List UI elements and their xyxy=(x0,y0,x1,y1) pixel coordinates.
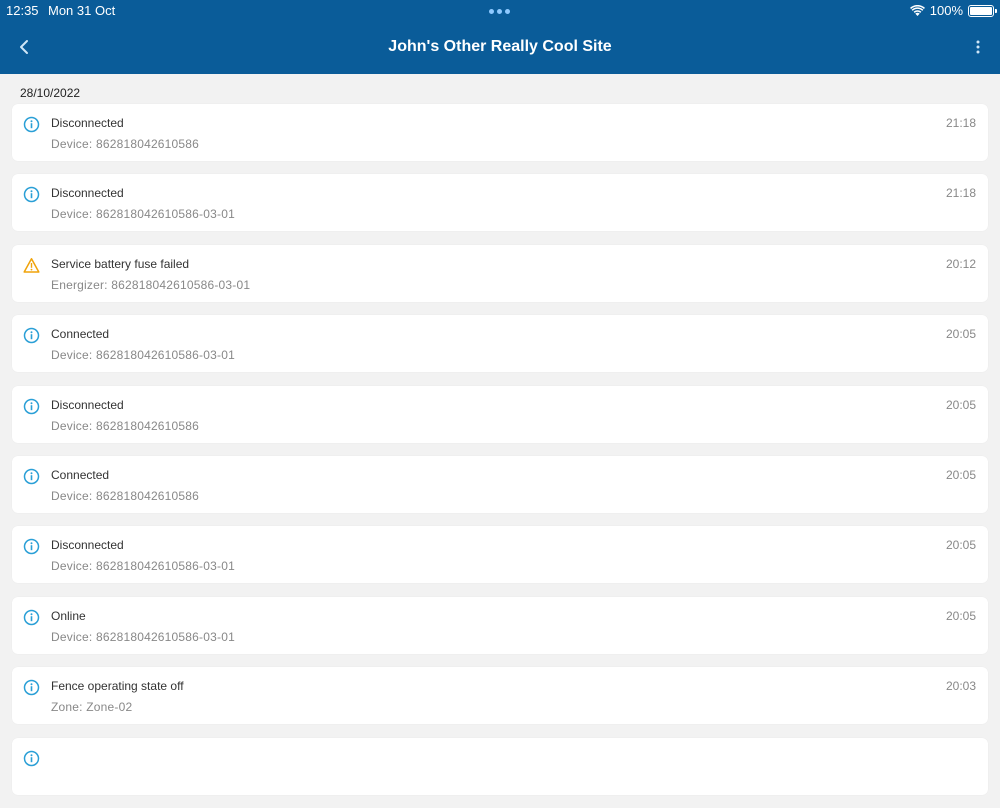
warning-icon xyxy=(23,257,40,273)
event-time: 20:05 xyxy=(945,397,976,412)
event-time: 21:18 xyxy=(945,186,976,201)
event-title: Connected xyxy=(51,327,110,342)
multitasking-dots-icon[interactable] xyxy=(489,9,510,14)
event-title: Disconnected xyxy=(51,538,124,553)
event-subtitle: Device: 862818042610586 xyxy=(51,488,200,503)
event-subtitle: Device: 862818042610586-03-01 xyxy=(51,207,235,222)
event-subtitle: Device: 862818042610586 xyxy=(51,418,200,433)
event-time: 20:03 xyxy=(945,679,976,694)
info-icon xyxy=(23,187,40,203)
event-subtitle: Energizer: 862818042610586-03-01 xyxy=(51,277,251,292)
info-icon xyxy=(23,679,40,696)
event-title: Disconnected xyxy=(51,397,124,412)
event-time: 20:12 xyxy=(945,256,976,271)
event-title: Connected xyxy=(51,467,110,482)
event-title: Online xyxy=(51,608,86,623)
event-time: 21:18 xyxy=(945,116,976,130)
event-card[interactable]: Online Device: 862818042610586-03-01 20:… xyxy=(12,596,988,654)
event-time: 20:05 xyxy=(945,538,976,553)
event-subtitle: Device: 862818042610586-03-01 xyxy=(51,559,235,574)
app-header: 12:35 Mon 31 Oct 100% John's Other Reall… xyxy=(0,0,1000,74)
event-time: 20:05 xyxy=(945,467,976,482)
event-card[interactable]: Disconnected Device: 862818042610586-03-… xyxy=(12,174,988,232)
battery-percent: 100% xyxy=(929,3,963,18)
info-icon xyxy=(23,398,40,414)
battery-icon xyxy=(968,4,997,17)
event-subtitle: Zone: Zone-02 xyxy=(51,700,133,715)
info-icon xyxy=(23,750,40,766)
event-list: Disconnected Device: 862818042610586 21:… xyxy=(12,104,988,808)
status-date: Mon 31 Oct xyxy=(48,3,116,18)
event-card[interactable] xyxy=(12,737,988,795)
event-card[interactable]: Connected Device: 862818042610586-03-01 … xyxy=(12,315,988,373)
status-right: 100% xyxy=(909,3,997,18)
info-icon xyxy=(23,116,40,133)
event-card[interactable]: Connected Device: 862818042610586 20:05 xyxy=(12,455,988,513)
event-subtitle: Device: 862818042610586 xyxy=(51,137,200,151)
info-icon xyxy=(23,327,40,344)
date-group-header: 28/10/2022 xyxy=(20,86,81,100)
event-time: 20:05 xyxy=(945,608,976,623)
info-icon xyxy=(23,468,40,485)
event-card[interactable]: Fence operating state off Zone: Zone-02 … xyxy=(12,667,988,725)
event-title: Service battery fuse failed xyxy=(51,256,190,271)
event-subtitle: Device: 862818042610586-03-01 xyxy=(51,629,235,644)
event-title: Fence operating state off xyxy=(51,679,184,694)
page-title: John's Other Really Cool Site xyxy=(388,38,612,55)
event-card[interactable]: Disconnected Device: 862818042610586 20:… xyxy=(12,385,988,443)
event-subtitle: Device: 862818042610586-03-01 xyxy=(51,348,235,363)
info-icon xyxy=(23,609,40,625)
event-title: Disconnected xyxy=(51,186,124,201)
event-card[interactable]: Service battery fuse failed Energizer: 8… xyxy=(12,244,988,302)
info-icon xyxy=(23,539,40,555)
event-time: 20:05 xyxy=(945,327,976,342)
event-card[interactable]: Disconnected Device: 862818042610586 21:… xyxy=(12,104,988,161)
more-vertical-icon[interactable] xyxy=(974,38,982,56)
wifi-icon xyxy=(909,5,925,16)
event-title: Disconnected xyxy=(51,116,124,130)
status-bar: 12:35 Mon 31 Oct 100% xyxy=(0,0,1000,22)
status-time: 12:35 xyxy=(6,3,39,18)
event-card[interactable]: Disconnected Device: 862818042610586-03-… xyxy=(12,526,988,584)
